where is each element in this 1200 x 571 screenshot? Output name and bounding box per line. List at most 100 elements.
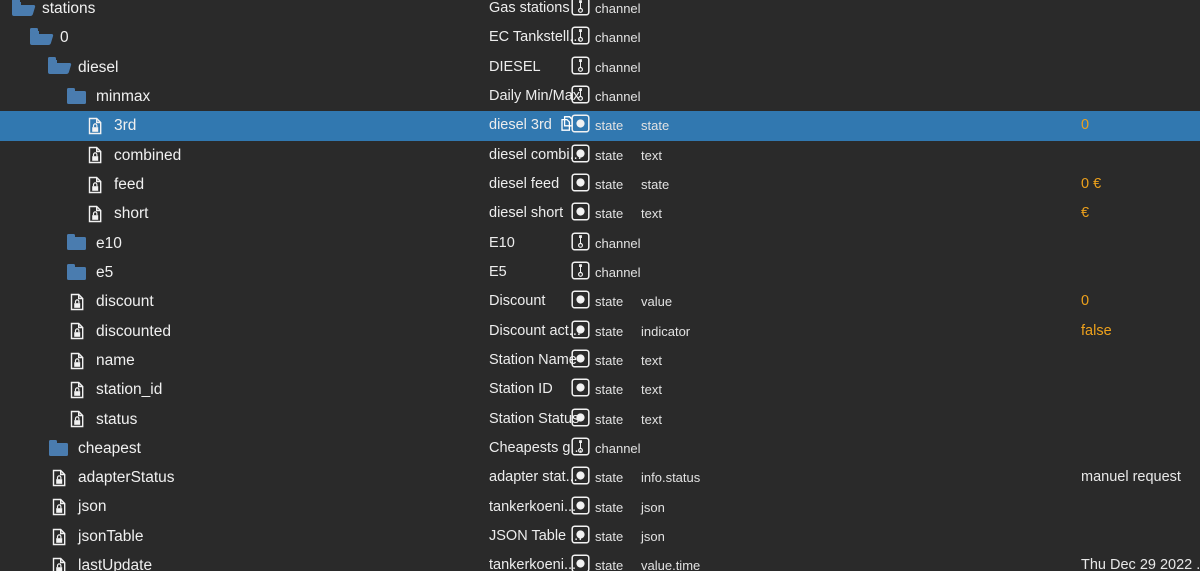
object-value[interactable] [1081, 522, 1200, 551]
object-value[interactable] [1081, 23, 1200, 52]
channel-icon [571, 85, 590, 108]
tree-row[interactable]: e5 E5 channel [0, 257, 1200, 288]
channel-icon [571, 261, 590, 284]
object-type-label: state [595, 382, 624, 398]
tree-node[interactable]: status [66, 405, 137, 434]
object-value[interactable] [1081, 405, 1200, 434]
object-name-text: E5 [489, 263, 507, 280]
object-type-icon [571, 493, 590, 522]
tree-row[interactable]: discounted Discount act... state indicator f… [0, 316, 1200, 346]
tree-row[interactable]: 0 EC Tankstell... channel [0, 23, 1200, 53]
tree-row[interactable]: minmax Daily Min/Max channel [0, 81, 1200, 112]
object-type-icon [571, 170, 590, 199]
object-value[interactable] [1081, 493, 1200, 522]
tree-node[interactable]: cheapest [48, 434, 141, 463]
object-value[interactable]: 0 [1081, 111, 1200, 140]
object-type-label: channel [595, 264, 641, 280]
tree-node[interactable]: e5 [66, 258, 113, 287]
object-name: JSON Table ... [489, 522, 582, 551]
object-value[interactable] [1081, 82, 1200, 111]
tree-row[interactable]: jsonTable JSON Table ... state json [0, 521, 1200, 552]
tree-node[interactable]: station_id [66, 375, 162, 404]
object-role-label: state [641, 118, 670, 134]
object-name-text: Station Name [489, 351, 577, 368]
tree-row[interactable]: discount Discount state value 0 [0, 287, 1200, 317]
object-type-icon [571, 258, 590, 287]
object-value[interactable] [1081, 258, 1200, 287]
tree-row[interactable]: name Station Name state text [0, 345, 1200, 376]
object-value[interactable] [1081, 346, 1200, 375]
object-type-label: state [595, 176, 624, 192]
tree-node-label: 0 [60, 29, 69, 47]
folder-open-icon [30, 27, 52, 49]
tree-node[interactable]: minmax [66, 82, 150, 111]
tree-row[interactable]: json tankerkoeni... state json [0, 492, 1200, 522]
object-value[interactable]: manuel request [1081, 463, 1200, 492]
tree-node[interactable]: discount [66, 287, 154, 316]
objects-tree[interactable]: stations Gas stations channel 0 EC Tankstell… [0, 0, 1200, 571]
object-name-text: EC Tankstell... [489, 29, 582, 46]
tree-node[interactable]: short [84, 199, 148, 228]
object-value[interactable] [1081, 375, 1200, 404]
channel-icon [571, 56, 590, 79]
tree-row[interactable]: 3rd diesel 3rd state state 0 [0, 111, 1200, 141]
state-document-lock-icon [66, 350, 88, 372]
object-value[interactable]: false [1081, 317, 1200, 346]
state-document-lock-icon [66, 379, 88, 401]
object-type-icon [571, 82, 590, 111]
object-role-label: indicator [641, 323, 691, 339]
tree-row[interactable]: short diesel short state text € [0, 199, 1200, 229]
tree-node[interactable]: discounted [66, 317, 171, 346]
object-name: Station Name [489, 346, 577, 375]
object-type-label: state [595, 558, 624, 571]
object-type-label: state [595, 470, 624, 486]
tree-node[interactable]: lastUpdate [48, 551, 152, 571]
tree-node[interactable]: name [66, 346, 135, 375]
tree-row[interactable]: feed diesel feed state state 0 € [0, 169, 1200, 200]
object-type-label: state [595, 118, 624, 134]
tree-node[interactable]: combined [84, 141, 181, 170]
tree-row[interactable]: lastUpdate tankerkoeni... state value.time T… [0, 551, 1200, 571]
object-type-label: state [595, 147, 624, 163]
object-type-icon [571, 405, 590, 434]
tree-row[interactable]: e10 E10 channel [0, 228, 1200, 258]
tree-row[interactable]: cheapest Cheapests g... channel [0, 433, 1200, 464]
object-value[interactable] [1081, 53, 1200, 82]
state-icon [571, 378, 590, 401]
object-value[interactable] [1081, 0, 1200, 23]
object-value[interactable] [1081, 229, 1200, 258]
object-value[interactable]: 0 [1081, 287, 1200, 316]
tree-node[interactable]: feed [84, 170, 144, 199]
object-role-label: state [641, 176, 670, 192]
object-role-label: text [641, 411, 662, 427]
tree-node[interactable]: json [48, 493, 106, 522]
tree-node[interactable]: 0 [30, 23, 69, 52]
object-type-label: state [595, 294, 624, 310]
object-type-icon [571, 463, 590, 492]
object-value[interactable] [1081, 141, 1200, 170]
tree-node[interactable]: adapterStatus [48, 463, 175, 492]
object-name-text: tankerkoeni... [489, 557, 577, 571]
tree-node[interactable]: jsonTable [48, 522, 144, 551]
tree-row[interactable]: diesel DIESEL channel [0, 52, 1200, 82]
object-value[interactable] [1081, 434, 1200, 463]
state-document-lock-icon [48, 526, 70, 548]
tree-node[interactable]: e10 [66, 229, 122, 258]
object-value[interactable]: € [1081, 199, 1200, 228]
object-value[interactable]: 0 € [1081, 170, 1200, 199]
object-type-icon [571, 53, 590, 82]
tree-node[interactable]: 3rd [84, 111, 136, 140]
object-name-text: JSON Table ... [489, 527, 583, 544]
tree-node[interactable]: diesel [48, 53, 119, 82]
tree-row[interactable]: adapterStatus adapter stat... state info.st… [0, 463, 1200, 493]
state-document-lock-icon [66, 408, 88, 430]
object-value[interactable]: Thu Dec 29 2022 . [1081, 551, 1200, 571]
tree-row[interactable]: stations Gas stations channel [0, 0, 1200, 24]
tree-row[interactable]: combined diesel combi... state text [0, 140, 1200, 170]
tree-row[interactable]: status Station Status state text [0, 404, 1200, 434]
state-icon [571, 349, 590, 372]
folder-open-icon [48, 56, 70, 78]
tree-node[interactable]: stations [12, 0, 95, 23]
tree-row[interactable]: station_id Station ID state text [0, 375, 1200, 405]
tree-node-label: feed [114, 175, 145, 193]
